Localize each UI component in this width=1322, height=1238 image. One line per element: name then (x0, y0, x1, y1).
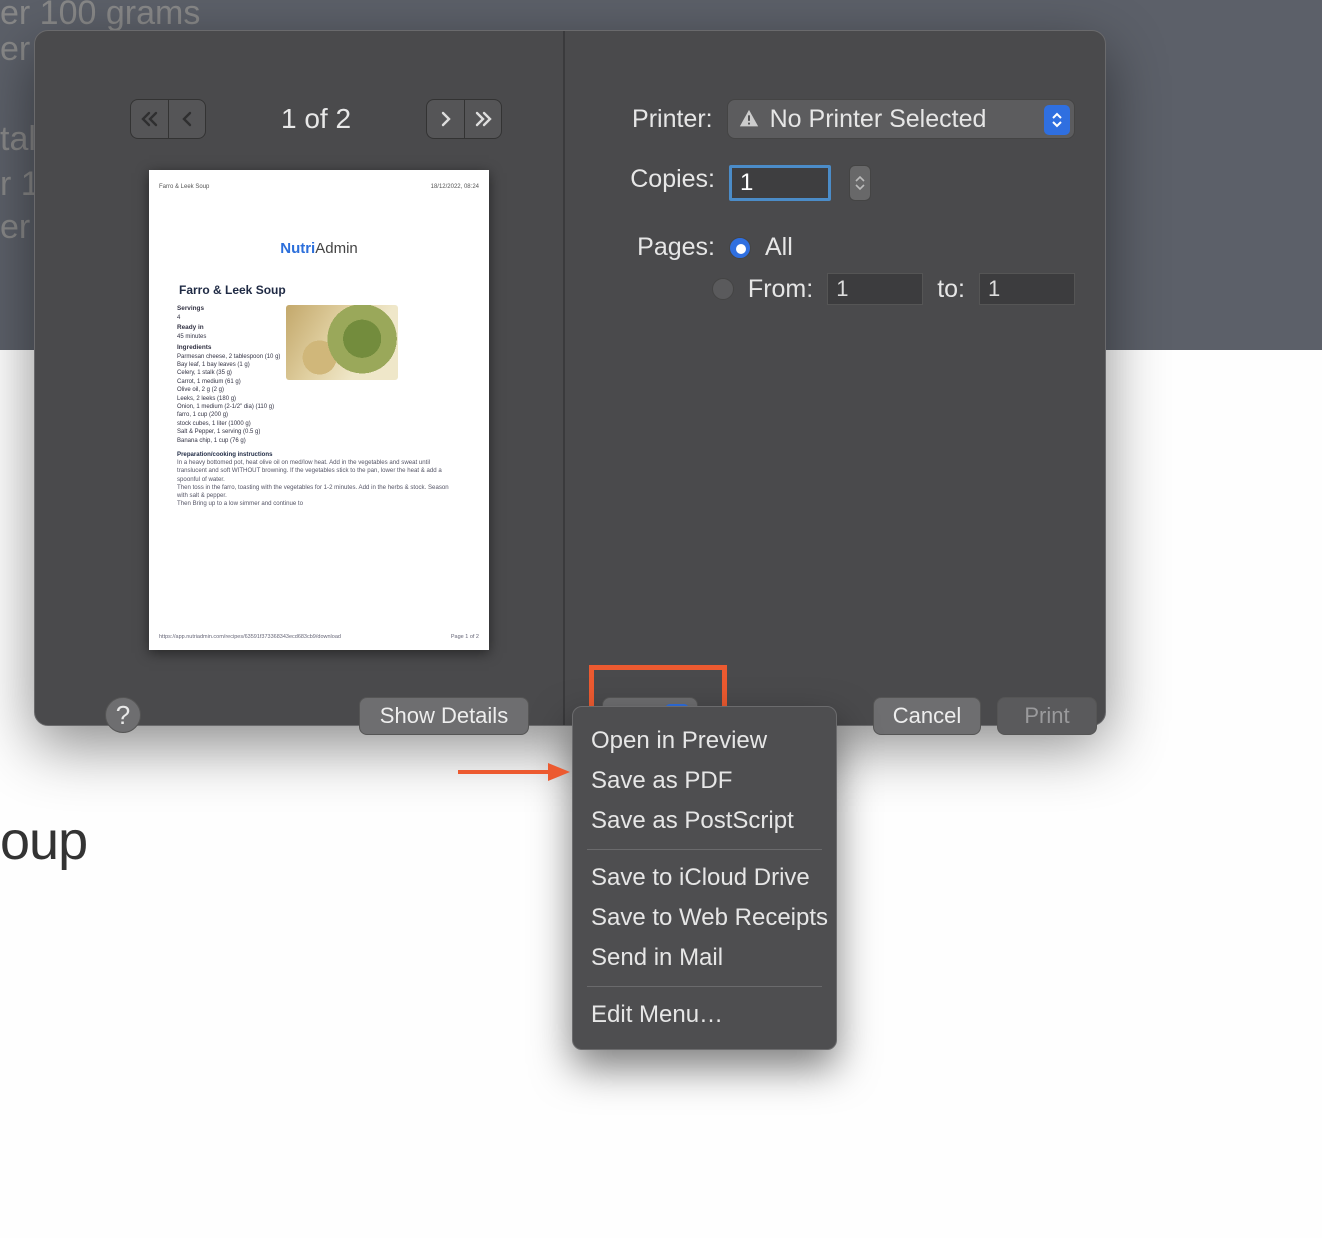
pages-from-label: From: (748, 275, 813, 304)
pages-to-input[interactable] (979, 273, 1075, 305)
menu-save-to-icloud[interactable]: Save to iCloud Drive (573, 858, 836, 898)
preview-recipe-title: Farro & Leek Soup (179, 283, 479, 297)
updown-arrows-icon (1044, 105, 1070, 135)
print-preview-page: Farro & Leek Soup 18/12/2022, 08:24 Nutr… (149, 170, 489, 650)
pdf-dropdown-menu: Open in Preview Save as PDF Save as Post… (572, 706, 837, 1050)
chevron-down-icon (855, 183, 865, 191)
pages-from-input[interactable] (827, 273, 923, 305)
menu-separator (587, 986, 822, 987)
pages-all-label: All (765, 233, 793, 262)
menu-save-as-postscript[interactable]: Save as PostScript (573, 801, 836, 841)
preview-instructions: Preparation/cooking instructions In a he… (177, 451, 461, 509)
pages-row-all: Pages: All (575, 233, 1075, 262)
show-details-button[interactable]: Show Details (359, 697, 529, 735)
printer-label: Printer: (575, 105, 713, 134)
next-page-button[interactable] (426, 99, 464, 139)
printer-select[interactable]: No Printer Selected (727, 99, 1075, 139)
bg-text-fragment: tal (0, 120, 36, 159)
dialog-divider (563, 31, 565, 725)
page-title-fragment: oup (0, 810, 87, 872)
preview-footer-url: https://app.nutriadmin.com/recipes/63591… (159, 634, 341, 640)
menu-separator (587, 849, 822, 850)
menu-save-as-pdf[interactable]: Save as PDF (573, 761, 836, 801)
menu-open-in-preview[interactable]: Open in Preview (573, 721, 836, 761)
preview-footer-page: Page 1 of 2 (451, 634, 479, 640)
print-dialog: 1 of 2 Farro & Leek Soup 18/12/2022, 08:… (34, 30, 1106, 726)
preview-logo: NutriAdmin (159, 240, 479, 257)
page-navigation: 1 of 2 (130, 99, 502, 139)
printer-value: No Printer Selected (770, 105, 987, 134)
pages-range-radio[interactable] (712, 278, 734, 300)
last-page-button[interactable] (464, 99, 502, 139)
pages-all-radio[interactable] (729, 237, 751, 259)
menu-save-to-web-receipts[interactable]: Save to Web Receipts (573, 898, 836, 938)
menu-edit-menu[interactable]: Edit Menu… (573, 995, 836, 1035)
copies-label: Copies: (575, 165, 715, 194)
cancel-button[interactable]: Cancel (873, 697, 981, 735)
page-indicator: 1 of 2 (281, 103, 351, 135)
copies-stepper[interactable] (849, 165, 871, 201)
preview-header-title: Farro & Leek Soup (159, 184, 209, 190)
first-page-button[interactable] (130, 99, 168, 139)
warning-icon (738, 108, 760, 130)
bg-text-fragment: er 100 grams (0, 0, 200, 33)
pages-row-range: From: to: (575, 273, 1075, 305)
print-button[interactable]: Print (997, 697, 1097, 735)
logo-part-a: Nutri (280, 240, 315, 257)
copies-row: Copies: (575, 165, 1075, 201)
logo-part-b: Admin (315, 240, 358, 257)
preview-recipe-image (286, 305, 398, 380)
preview-meta-text: Servings 4 Ready in 45 minutes Ingredien… (177, 303, 280, 445)
printer-row: Printer: No Printer Selected (575, 99, 1075, 139)
prev-page-button[interactable] (168, 99, 206, 139)
copies-input[interactable] (729, 165, 831, 201)
help-button[interactable]: ? (105, 697, 141, 733)
preview-header-date: 18/12/2022, 08:24 (431, 184, 479, 190)
menu-send-in-mail[interactable]: Send in Mail (573, 938, 836, 978)
pages-label: Pages: (575, 233, 715, 262)
help-icon: ? (116, 700, 130, 731)
chevron-up-icon (855, 175, 865, 183)
pages-to-label: to: (937, 275, 965, 304)
